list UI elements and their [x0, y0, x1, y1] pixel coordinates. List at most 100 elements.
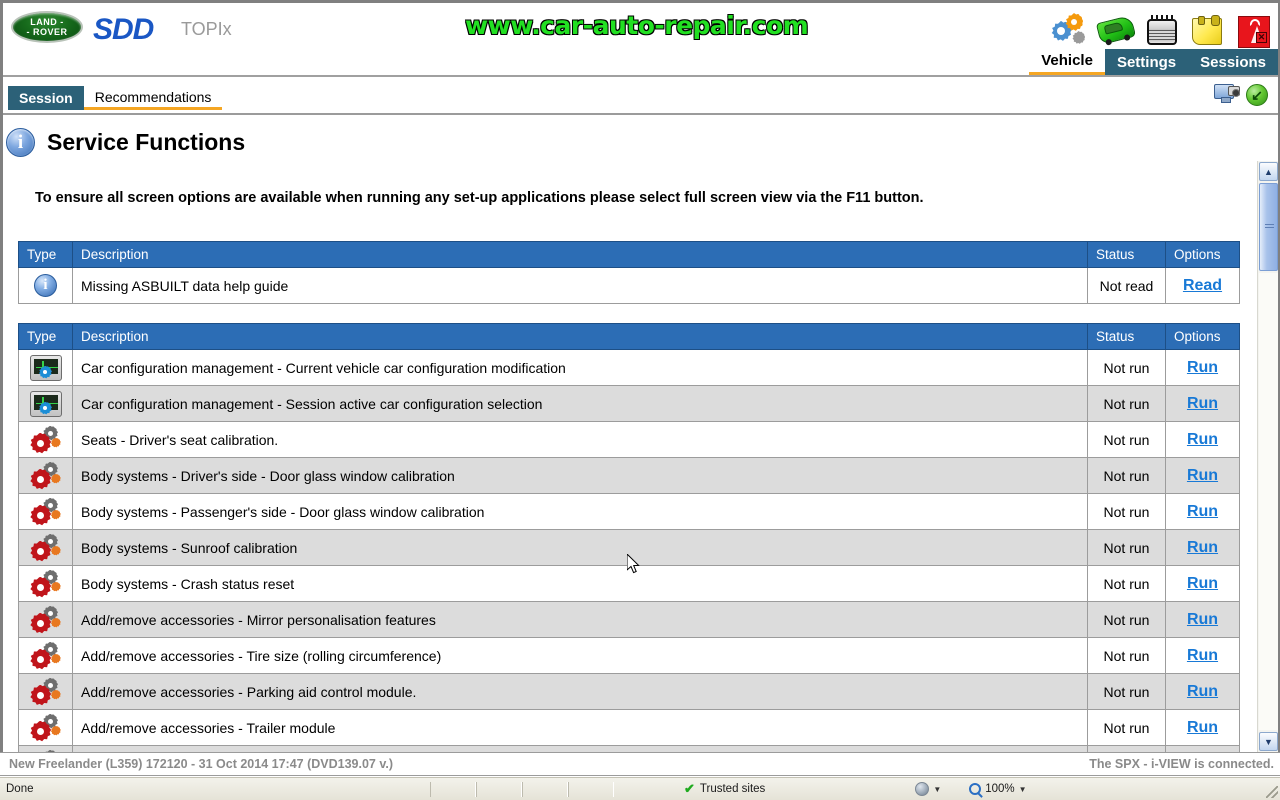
status-segment — [568, 781, 614, 797]
service-gear-icon — [29, 533, 63, 562]
info-icon: i — [6, 128, 35, 157]
status-text: Done — [6, 783, 34, 795]
zoom-level-label: 100% — [985, 783, 1015, 795]
monitor-config-icon — [29, 390, 62, 417]
run-link[interactable]: Run — [1187, 539, 1218, 556]
tab-recommendations[interactable]: Recommendations — [83, 86, 223, 110]
run-link[interactable]: Run — [1187, 719, 1218, 736]
table-row: i Missing ASBUILT data help guide Not re… — [18, 267, 1240, 304]
scroll-down-button[interactable]: ▼ — [1259, 732, 1278, 751]
table-row: Car configuration management - Session a… — [18, 385, 1240, 422]
sdd-logo: SDD — [93, 13, 154, 46]
column-header-status: Status — [1087, 241, 1166, 268]
resize-grip[interactable] — [1266, 786, 1278, 798]
service-gear-icon — [29, 713, 63, 742]
logo-line-1: LAND - — [30, 17, 64, 27]
row-description: Add/remove accessories - Trailer module — [72, 709, 1088, 746]
content-scroll-region: i Service Functions To ensure all screen… — [3, 115, 1254, 752]
screenshot-icon[interactable] — [1214, 83, 1240, 107]
tab-strip: Session Recommendations — [3, 79, 1278, 113]
nav-item-vehicle[interactable]: Vehicle — [1029, 49, 1105, 75]
zone-icon-group[interactable]: ▼ — [915, 782, 941, 796]
column-header-status: Status — [1087, 323, 1166, 350]
chevron-down-icon[interactable]: ▼ — [1019, 785, 1027, 794]
service-functions-table: Type Description Status Options Car conf… — [18, 323, 1240, 752]
nav-item-settings[interactable]: Settings — [1104, 49, 1189, 75]
security-zone[interactable]: ✔ Trusted sites — [684, 781, 765, 797]
run-link[interactable]: Run — [1187, 431, 1218, 448]
column-header-type: Type — [18, 323, 73, 350]
table-row: Add/remove accessories - Trailer module … — [18, 709, 1240, 746]
service-functions-rows: Car configuration management - Current v… — [18, 349, 1240, 752]
table-row: Body systems - Sunroof calibration Not r… — [18, 529, 1240, 566]
row-status: Not run — [1087, 601, 1166, 638]
row-description: Body systems - Driver's side - Door glas… — [72, 457, 1088, 494]
run-link[interactable]: Run — [1187, 683, 1218, 700]
scrollbar-track[interactable] — [1259, 273, 1278, 730]
row-description: Body systems - Crash status reset — [72, 565, 1088, 602]
tab-action-icons — [1214, 83, 1268, 107]
tab-session[interactable]: Session — [8, 86, 84, 110]
status-segment — [430, 781, 476, 797]
row-description: Car configuration management - Current v… — [72, 349, 1088, 386]
service-gear-icon — [29, 497, 63, 526]
run-link[interactable]: Run — [1187, 467, 1218, 484]
run-link[interactable]: Run — [1187, 647, 1218, 664]
row-status: Not run — [1087, 529, 1166, 566]
browser-status-bar: Done ✔ Trusted sites ▼ 100% ▼ — [0, 777, 1280, 800]
status-segment — [476, 781, 522, 797]
service-gear-icon — [29, 425, 63, 454]
run-link[interactable]: Run — [1187, 359, 1218, 376]
column-header-options: Options — [1165, 323, 1240, 350]
nav-item-sessions[interactable]: Sessions — [1188, 49, 1278, 75]
chevron-down-icon[interactable]: ▼ — [933, 785, 941, 794]
header-divider — [3, 75, 1278, 77]
signal-disconnected-icon[interactable]: ✕ — [1234, 11, 1274, 51]
row-type-cell: i — [18, 267, 73, 304]
run-link[interactable]: Run — [1187, 575, 1218, 592]
connection-status-text: The SPX - i-VIEW is connected. — [1089, 757, 1274, 771]
run-link[interactable]: Run — [1187, 611, 1218, 628]
status-segment — [522, 781, 568, 797]
check-icon: ✔ — [684, 781, 695, 796]
row-status: Not run — [1087, 637, 1166, 674]
row-description: Missing ASBUILT data help guide — [72, 267, 1088, 304]
run-link[interactable]: Run — [1187, 503, 1218, 520]
scroll-up-button[interactable]: ▲ — [1259, 162, 1278, 181]
security-zone-label: Trusted sites — [699, 783, 766, 795]
row-status: Not run — [1087, 673, 1166, 710]
topix-logo: TOPIx — [181, 19, 232, 39]
info-icon: i — [34, 274, 57, 297]
row-description: Car configuration management - Session a… — [72, 385, 1088, 422]
scrollbar-thumb[interactable] — [1259, 183, 1278, 271]
service-gear-icon — [29, 569, 63, 598]
row-status: Not run — [1087, 349, 1166, 386]
table-row: Car configuration management - Current v… — [18, 349, 1240, 386]
content-scrollbar[interactable]: ▲ ▼ — [1257, 161, 1278, 752]
magnifier-icon — [969, 783, 982, 795]
vehicle-info-bar: New Freelander (L359) 172120 - 31 Oct 20… — [0, 752, 1280, 776]
row-option-cell: Read — [1165, 267, 1240, 304]
service-gear-icon — [29, 461, 63, 490]
download-icon[interactable] — [1246, 84, 1268, 106]
zoom-control[interactable]: 100% ▼ — [969, 783, 1027, 795]
service-gear-icon — [29, 677, 63, 706]
table-row: Add/remove accessories - Tire size (roll… — [18, 637, 1240, 674]
help-guide-table: Type Description Status Options i Missin… — [18, 241, 1240, 304]
row-status: Not run — [1087, 421, 1166, 458]
read-link[interactable]: Read — [1183, 277, 1222, 294]
row-description: Add/remove accessories - Tire size (roll… — [72, 637, 1088, 674]
gears-icon[interactable] — [1050, 11, 1090, 51]
table-header-row: Type Description Status Options — [18, 241, 1240, 268]
yellow-note-icon[interactable] — [1188, 11, 1228, 51]
land-rover-logo: LAND - - ROVER — [11, 11, 83, 43]
vehicle-car-icon[interactable] — [1095, 11, 1137, 51]
column-header-type: Type — [18, 241, 73, 268]
table-row: Seats - Driver's seat calibration. Not r… — [18, 421, 1240, 458]
vehicle-info-text: New Freelander (L359) 172120 - 31 Oct 20… — [9, 757, 394, 771]
column-header-options: Options — [1165, 241, 1240, 268]
table-header-row: Type Description Status Options — [18, 323, 1240, 350]
row-description: Add/remove accessories - Parking aid con… — [72, 673, 1088, 710]
run-link[interactable]: Run — [1187, 395, 1218, 412]
radiator-grille-icon[interactable] — [1142, 11, 1182, 51]
